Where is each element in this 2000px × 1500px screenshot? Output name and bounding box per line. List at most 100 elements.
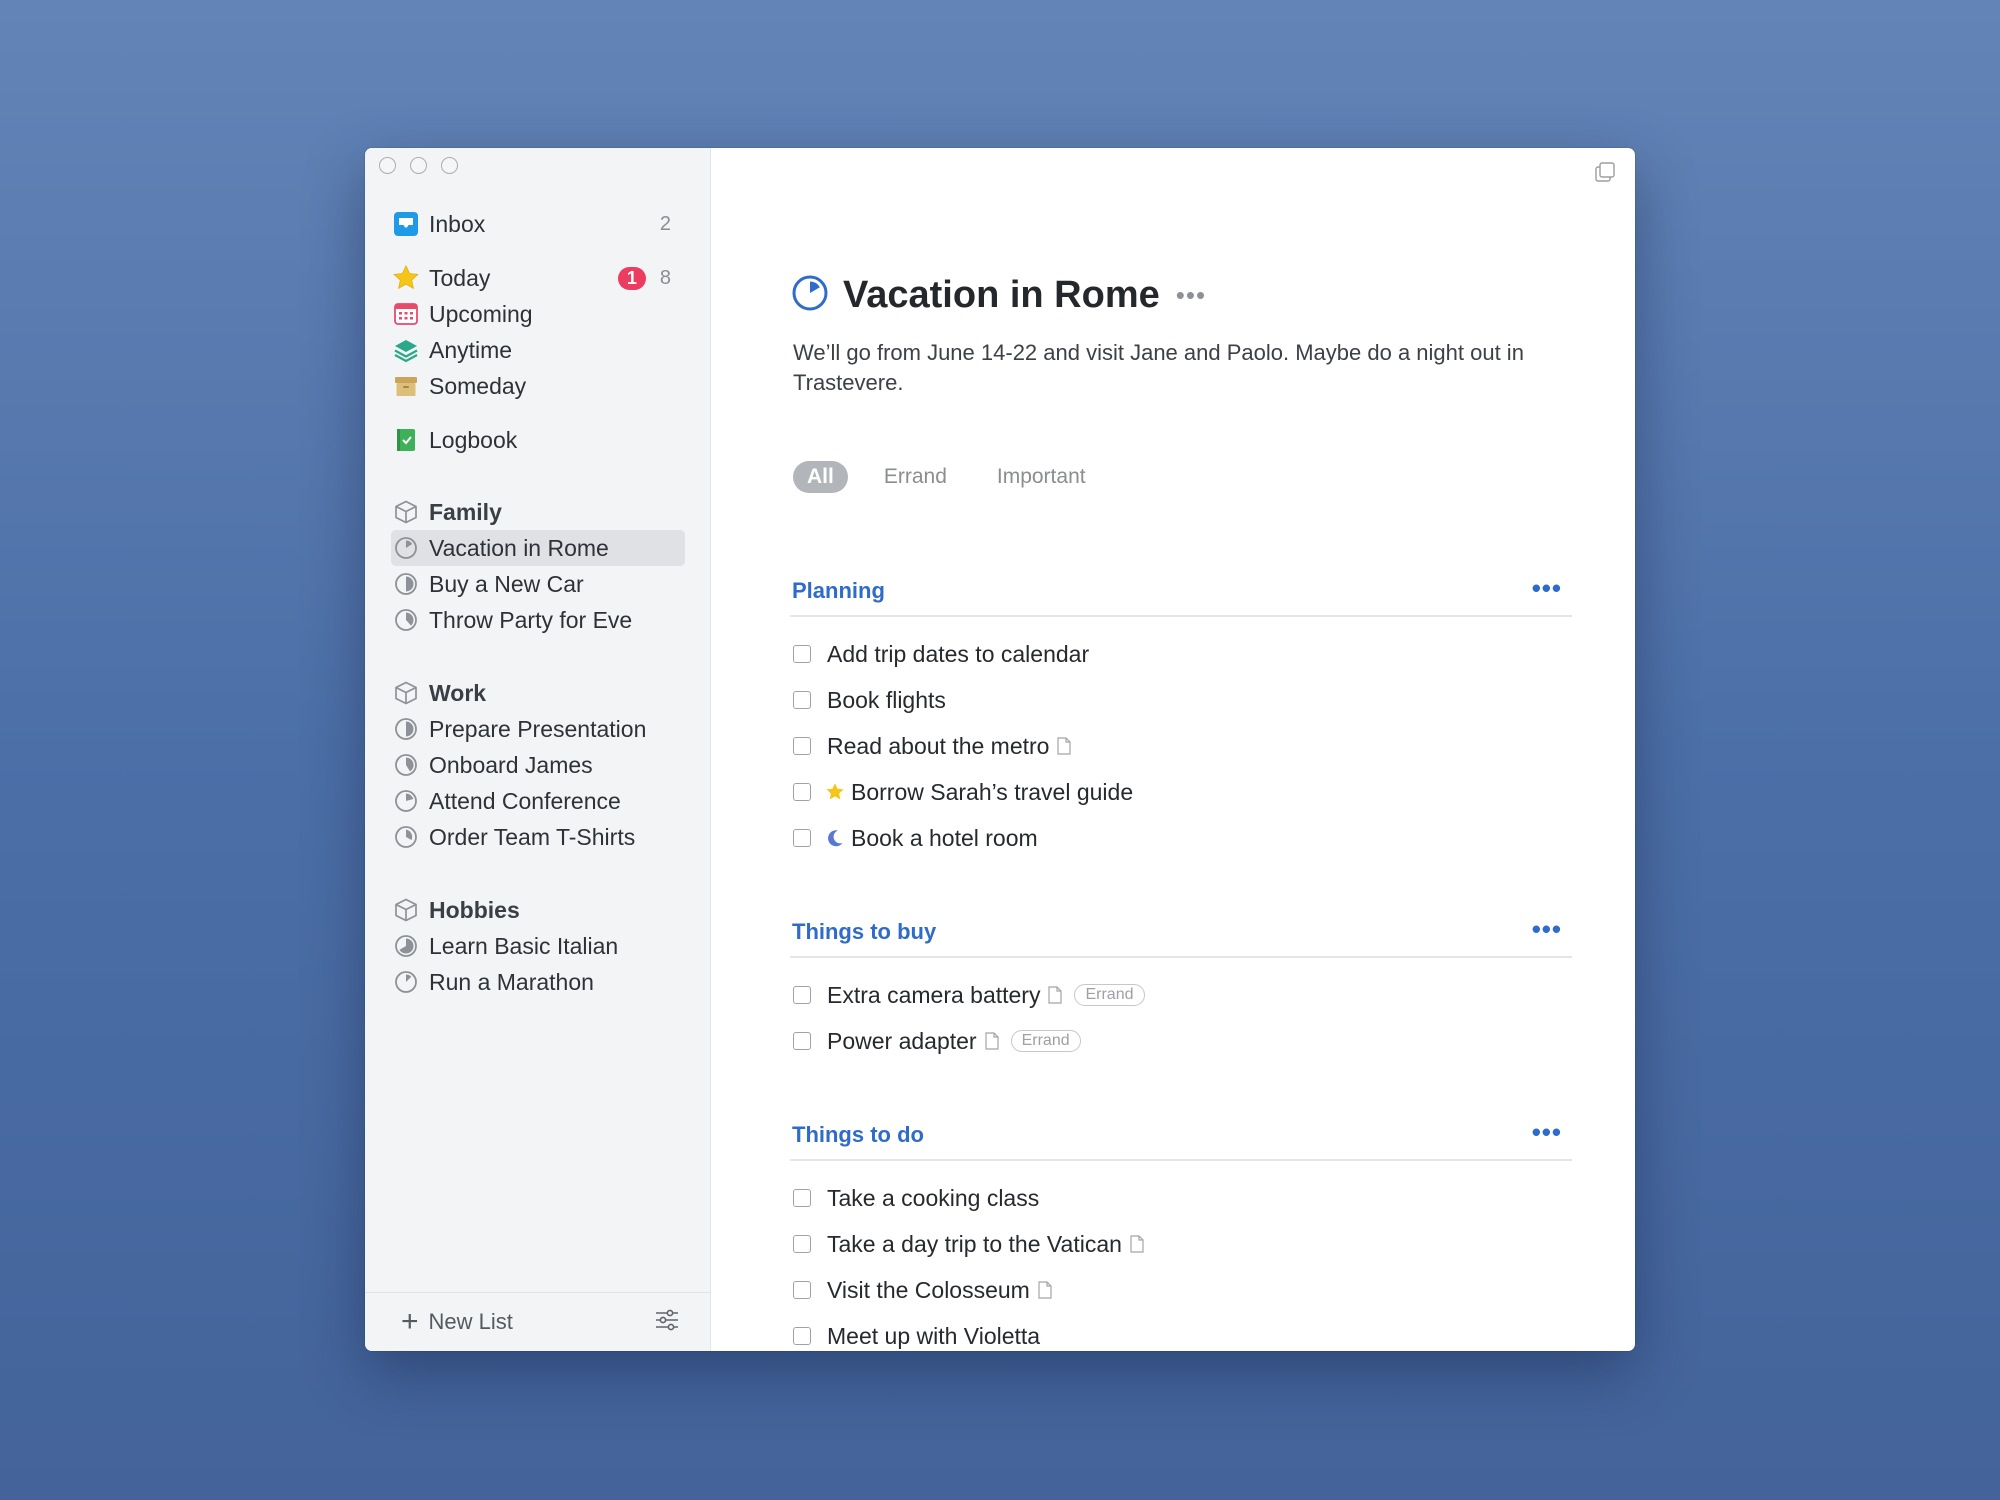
- sidebar-item-anytime[interactable]: Anytime: [391, 332, 685, 368]
- todo-item[interactable]: Take a day trip to the Vatican: [793, 1226, 1144, 1262]
- project-progress-icon: [391, 931, 421, 961]
- todo-checkbox[interactable]: [793, 986, 811, 1004]
- sidebar-project-buy-a-new-car[interactable]: Buy a New Car: [391, 566, 685, 602]
- project-progress-icon: [391, 605, 421, 635]
- today-count: 8: [659, 266, 671, 289]
- todo-checkbox[interactable]: [793, 737, 811, 755]
- plus-icon[interactable]: +: [401, 1307, 419, 1337]
- todo-title: Power adapter: [827, 1027, 977, 1054]
- heading-more-button[interactable]: •••: [1532, 914, 1562, 945]
- heading-more-button[interactable]: •••: [1532, 1117, 1562, 1148]
- sidebar-item-logbook[interactable]: Logbook: [391, 422, 685, 458]
- star-icon: [391, 263, 421, 293]
- todo-checkbox[interactable]: [793, 1281, 811, 1299]
- todo-item[interactable]: Book a hotel room: [793, 820, 1038, 856]
- sidebar-item-someday[interactable]: Someday: [391, 368, 685, 404]
- todo-item[interactable]: Read about the metro: [793, 728, 1072, 764]
- project-notes[interactable]: We’ll go from June 14-22 and visit Jane …: [793, 338, 1573, 398]
- sidebar-item-label: Logbook: [429, 426, 518, 453]
- todo-checkbox[interactable]: [793, 645, 811, 663]
- area-cube-icon: [391, 678, 421, 708]
- project-progress-icon: [391, 714, 421, 744]
- sidebar-project-run-a-marathon[interactable]: Run a Marathon: [391, 964, 685, 1000]
- todo-title: Visit the Colosseum: [827, 1276, 1030, 1303]
- project-title[interactable]: Vacation in Rome: [843, 274, 1160, 317]
- sidebar-area-hobbies[interactable]: Hobbies: [391, 892, 685, 928]
- todo-checkbox[interactable]: [793, 1235, 811, 1253]
- sidebar-item-inbox[interactable]: Inbox 2: [391, 206, 685, 242]
- heading-title: Planning: [792, 578, 885, 603]
- sidebar-item-upcoming[interactable]: Upcoming: [391, 296, 685, 332]
- close-window-button[interactable]: [379, 157, 396, 174]
- todo-item[interactable]: Visit the Colosseum: [793, 1272, 1052, 1308]
- todo-item[interactable]: Meet up with Violetta: [793, 1318, 1040, 1351]
- sidebar-project-vacation-in-rome[interactable]: Vacation in Rome: [391, 530, 685, 566]
- todo-item[interactable]: Power adapter Errand: [793, 1023, 1081, 1059]
- tag-filter-errand[interactable]: Errand: [870, 461, 961, 493]
- sidebar-project-throw-party-for-eve[interactable]: Throw Party for Eve: [391, 602, 685, 638]
- todo-checkbox[interactable]: [793, 1189, 811, 1207]
- tag-filter-all[interactable]: All: [793, 461, 848, 493]
- sidebar-item-today[interactable]: Today 1 8: [391, 260, 685, 296]
- project-more-button[interactable]: •••: [1176, 280, 1206, 311]
- main-content: Vacation in Rome ••• We’ll go from June …: [711, 148, 1635, 1351]
- todo-title: Borrow Sarah’s travel guide: [851, 778, 1134, 805]
- sidebar-item-label: Attend Conference: [429, 787, 621, 814]
- heading-things-to-buy[interactable]: Things to buy •••: [790, 914, 1572, 958]
- sidebar-item-label: Onboard James: [429, 751, 593, 778]
- todo-checkbox[interactable]: [793, 691, 811, 709]
- inbox-icon: [391, 209, 421, 239]
- todo-title: Take a day trip to the Vatican: [827, 1230, 1122, 1257]
- todo-title: Take a cooking class: [827, 1184, 1040, 1211]
- sidebar-project-attend-conference[interactable]: Attend Conference: [391, 783, 685, 819]
- heading-title: Things to buy: [792, 919, 937, 944]
- todo-title: Book a hotel room: [851, 824, 1038, 851]
- note-icon: [984, 1032, 999, 1050]
- heading-planning[interactable]: Planning •••: [790, 573, 1572, 617]
- area-cube-icon: [391, 895, 421, 925]
- project-progress-icon: [791, 274, 829, 317]
- sidebar-project-order-team-t-shirts[interactable]: Order Team T-Shirts: [391, 819, 685, 855]
- sidebar-item-label: Vacation in Rome: [429, 534, 609, 561]
- todo-item[interactable]: Extra camera battery Errand: [793, 977, 1145, 1013]
- sidebar-project-learn-basic-italian[interactable]: Learn Basic Italian: [391, 928, 685, 964]
- sidebar-project-onboard-james[interactable]: Onboard James: [391, 747, 685, 783]
- todo-item[interactable]: Book flights: [793, 682, 946, 718]
- todo-item[interactable]: Add trip dates to calendar: [793, 636, 1089, 672]
- todo-title: Read about the metro: [827, 732, 1050, 759]
- new-window-icon[interactable]: [1593, 160, 1617, 189]
- tag-label: Errand: [1010, 1030, 1081, 1052]
- todo-item[interactable]: Take a cooking class: [793, 1180, 1039, 1216]
- moon-icon: [825, 828, 845, 848]
- sidebar: Inbox 2 Today 1 8 Upcoming Anytime Somed…: [365, 148, 711, 1351]
- todo-checkbox[interactable]: [793, 1327, 811, 1345]
- heading-more-button[interactable]: •••: [1532, 573, 1562, 604]
- sidebar-project-prepare-presentation[interactable]: Prepare Presentation: [391, 711, 685, 747]
- note-icon: [1048, 986, 1063, 1004]
- heading-things-to-do[interactable]: Things to do •••: [790, 1117, 1572, 1161]
- heading-title: Things to do: [792, 1122, 924, 1147]
- todo-item[interactable]: Borrow Sarah’s travel guide: [793, 774, 1133, 810]
- sidebar-item-label: Buy a New Car: [429, 570, 584, 597]
- sidebar-item-label: Work: [429, 679, 487, 706]
- todo-checkbox[interactable]: [793, 1032, 811, 1050]
- sidebar-item-label: Today: [429, 264, 491, 291]
- zoom-window-button[interactable]: [441, 157, 458, 174]
- filter-settings-icon[interactable]: [654, 1307, 680, 1338]
- sidebar-item-label: Run a Marathon: [429, 968, 594, 995]
- tag-label: Errand: [1074, 984, 1145, 1006]
- tag-filter-important[interactable]: Important: [983, 461, 1100, 493]
- app-window: Inbox 2 Today 1 8 Upcoming Anytime Somed…: [365, 148, 1635, 1351]
- window-controls: [379, 157, 458, 174]
- sidebar-item-label: Order Team T-Shirts: [429, 823, 636, 850]
- sidebar-area-work[interactable]: Work: [391, 675, 685, 711]
- sidebar-item-label: Inbox: [429, 210, 486, 237]
- new-list-button[interactable]: New List: [429, 1309, 654, 1335]
- project-progress-icon: [391, 533, 421, 563]
- minimize-window-button[interactable]: [410, 157, 427, 174]
- todo-checkbox[interactable]: [793, 783, 811, 801]
- sidebar-area-family[interactable]: Family: [391, 494, 685, 530]
- calendar-icon: [391, 299, 421, 329]
- sidebar-item-label: Learn Basic Italian: [429, 932, 619, 959]
- todo-checkbox[interactable]: [793, 829, 811, 847]
